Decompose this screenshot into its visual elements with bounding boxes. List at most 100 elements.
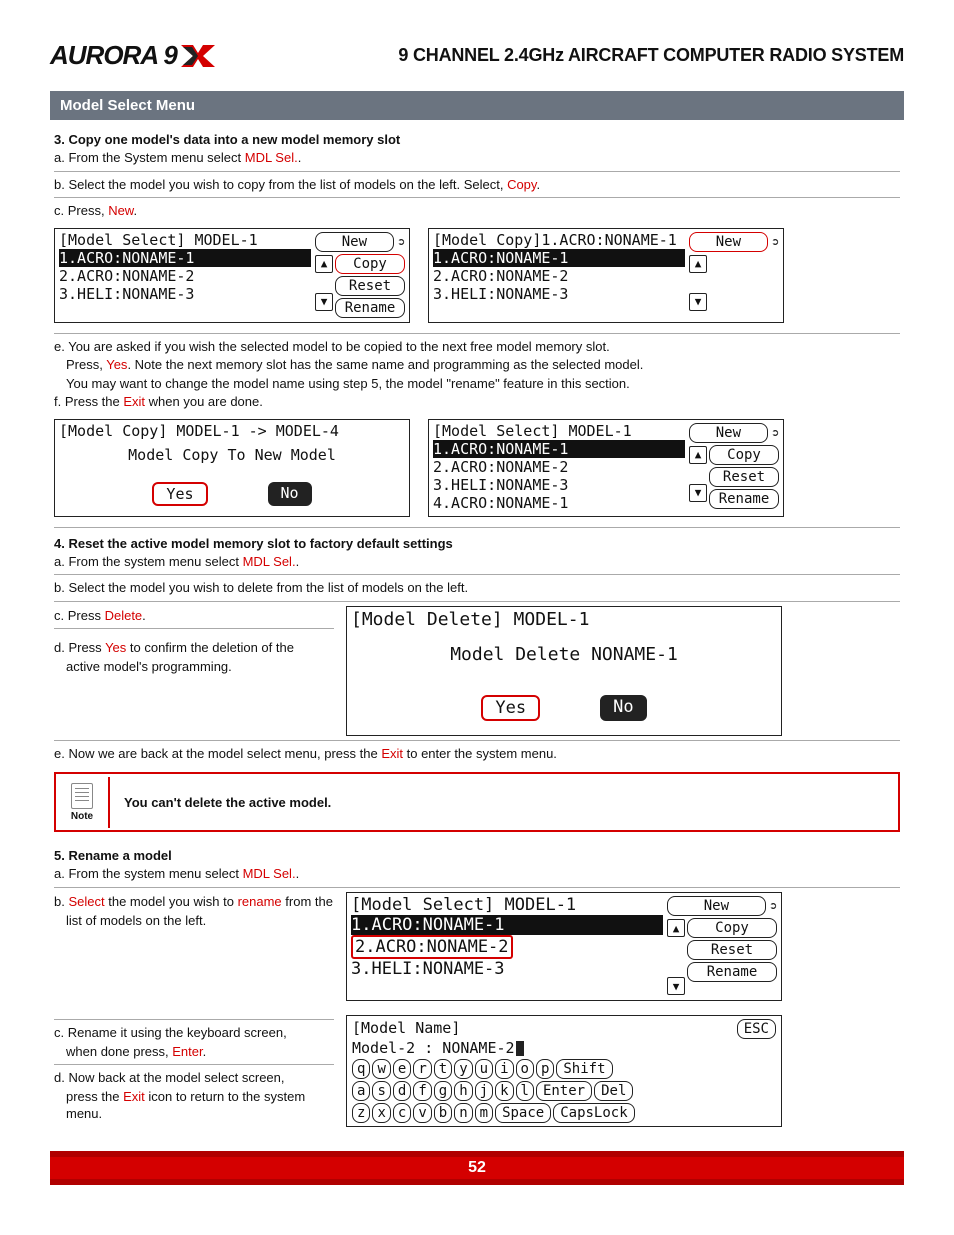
key-g[interactable]: g (434, 1081, 452, 1101)
step-4b: b. Select the model you wish to delete f… (54, 579, 900, 597)
list-item[interactable]: 4.ACRO:NONAME-1 (433, 494, 685, 512)
key-u[interactable]: u (475, 1059, 493, 1079)
arrow-up-icon[interactable]: ▲ (689, 446, 707, 464)
exit-icon[interactable]: ➲ (772, 235, 779, 249)
yes-button[interactable]: Yes (481, 695, 540, 721)
key-s[interactable]: s (372, 1081, 390, 1101)
copy-button[interactable]: Copy (335, 254, 405, 274)
key-j[interactable]: j (475, 1081, 493, 1101)
step-3e1: e. You are asked if you wish the selecte… (54, 338, 900, 356)
list-item[interactable]: 2.ACRO:NONAME-2 (433, 267, 685, 285)
key-p[interactable]: p (536, 1059, 554, 1079)
logo-text: AURORA 9 (50, 40, 177, 71)
page-header: AURORA 9 9 CHANNEL 2.4GHz AIRCRAFT COMPU… (50, 40, 904, 71)
shift-key[interactable]: Shift (556, 1059, 612, 1079)
key-k[interactable]: k (495, 1081, 513, 1101)
step-3f: f. Press the Exit when you are done. (54, 393, 900, 411)
key-f[interactable]: f (413, 1081, 431, 1101)
arrow-up-icon[interactable]: ▲ (667, 919, 685, 937)
list-item[interactable]: 1.ACRO:NONAME-1 (59, 249, 311, 267)
new-button[interactable]: New (689, 423, 768, 443)
key-b[interactable]: b (434, 1103, 452, 1123)
space-key[interactable]: Space (495, 1103, 551, 1123)
list-item[interactable]: 3.HELI:NONAME-3 (59, 285, 311, 303)
lcd-message: Model Delete NONAME-1 (351, 644, 777, 665)
new-button[interactable]: New (667, 896, 766, 916)
note-label: Note (71, 811, 93, 822)
list-item[interactable]: 3.HELI:NONAME-3 (433, 476, 685, 494)
list-item[interactable]: 1.ACRO:NONAME-1 (433, 440, 685, 458)
key-m[interactable]: m (475, 1103, 493, 1123)
key-r[interactable]: r (413, 1059, 431, 1079)
key-c[interactable]: c (393, 1103, 411, 1123)
arrow-down-icon[interactable]: ▼ (667, 977, 685, 995)
rename-button[interactable]: Rename (335, 298, 405, 318)
step-3e2: Press, Yes. Note the next memory slot ha… (54, 356, 900, 374)
list-item[interactable]: 1.ACRO:NONAME-1 (351, 915, 663, 935)
new-button[interactable]: New (315, 232, 394, 252)
rename-button[interactable]: Rename (687, 962, 777, 982)
key-i[interactable]: i (495, 1059, 513, 1079)
reset-button[interactable]: Reset (687, 940, 777, 960)
key-o[interactable]: o (516, 1059, 534, 1079)
key-x[interactable]: x (372, 1103, 390, 1123)
step-5d2: press the Exit icon to return to the sys… (54, 1088, 334, 1123)
arrow-down-icon[interactable]: ▼ (315, 293, 333, 311)
reset-button[interactable]: Reset (335, 276, 405, 296)
key-t[interactable]: t (434, 1059, 452, 1079)
delete-key[interactable]: Del (594, 1081, 633, 1101)
yes-button[interactable]: Yes (152, 482, 207, 506)
arrow-up-icon[interactable]: ▲ (689, 255, 707, 273)
key-v[interactable]: v (413, 1103, 431, 1123)
reset-button[interactable]: Reset (709, 467, 779, 487)
lcd-title: [Model Select] MODEL-1 (59, 231, 311, 249)
key-d[interactable]: d (393, 1081, 411, 1101)
key-a[interactable]: a (352, 1081, 370, 1101)
list-item[interactable]: 2.ACRO:NONAME-2 (433, 458, 685, 476)
copy-button[interactable]: Copy (709, 445, 779, 465)
key-e[interactable]: e (393, 1059, 411, 1079)
copy-button[interactable]: Copy (687, 918, 777, 938)
section-bar: Model Select Menu (50, 91, 904, 120)
enter-key[interactable]: Enter (536, 1081, 592, 1101)
list-item[interactable]: 1.ACRO:NONAME-1 (433, 249, 685, 267)
exit-icon[interactable]: ➲ (770, 899, 777, 913)
esc-button[interactable]: ESC (737, 1019, 776, 1039)
screen-model-select-2: [Model Select] MODEL-1 1.ACRO:NONAME-1 2… (428, 419, 784, 517)
key-y[interactable]: y (454, 1059, 472, 1079)
list-item[interactable]: 3.HELI:NONAME-3 (433, 285, 685, 303)
list-item[interactable]: 2.ACRO:NONAME-2 (351, 935, 663, 959)
key-h[interactable]: h (454, 1081, 472, 1101)
key-w[interactable]: w (372, 1059, 390, 1079)
list-item[interactable]: 3.HELI:NONAME-3 (351, 959, 663, 979)
step-5c2: when done press, Enter. (54, 1043, 334, 1061)
note-icon (71, 783, 93, 809)
arrow-down-icon[interactable]: ▼ (689, 484, 707, 502)
page-number: 52 (50, 1157, 904, 1179)
step-5b2: list of models on the left. (54, 912, 334, 930)
step-4a: a. From the system menu select MDL Sel.. (54, 553, 900, 571)
keyboard-row: qwertyuiopShift (352, 1059, 776, 1079)
screen-keyboard: [Model Name] ESC Model-2 : NONAME-2 qwer… (346, 1015, 782, 1127)
step-3a: a. From the System menu select MDL Sel.. (54, 149, 900, 167)
lcd-title: [Model Select] MODEL-1 (433, 422, 685, 440)
exit-icon[interactable]: ➲ (772, 426, 779, 440)
key-z[interactable]: z (352, 1103, 370, 1123)
model-name-value: Model-2 : NONAME-2 (352, 1039, 776, 1057)
step-4e: e. Now we are back at the model select m… (54, 745, 900, 763)
no-button[interactable]: No (600, 695, 646, 721)
key-n[interactable]: n (454, 1103, 472, 1123)
arrow-down-icon[interactable]: ▼ (689, 293, 707, 311)
step-4-title: 4. Reset the active model memory slot to… (54, 536, 900, 551)
rename-button[interactable]: Rename (709, 489, 779, 509)
no-button[interactable]: No (268, 482, 312, 506)
key-q[interactable]: q (352, 1059, 370, 1079)
lcd-message: Model Copy To New Model (59, 446, 405, 464)
new-button[interactable]: New (689, 232, 768, 252)
list-item[interactable]: 2.ACRO:NONAME-2 (59, 267, 311, 285)
exit-icon[interactable]: ➲ (398, 235, 405, 249)
arrow-up-icon[interactable]: ▲ (315, 255, 333, 273)
lcd-title: [Model Name] (352, 1019, 460, 1039)
key-l[interactable]: l (516, 1081, 534, 1101)
capslock-key[interactable]: CapsLock (553, 1103, 634, 1123)
